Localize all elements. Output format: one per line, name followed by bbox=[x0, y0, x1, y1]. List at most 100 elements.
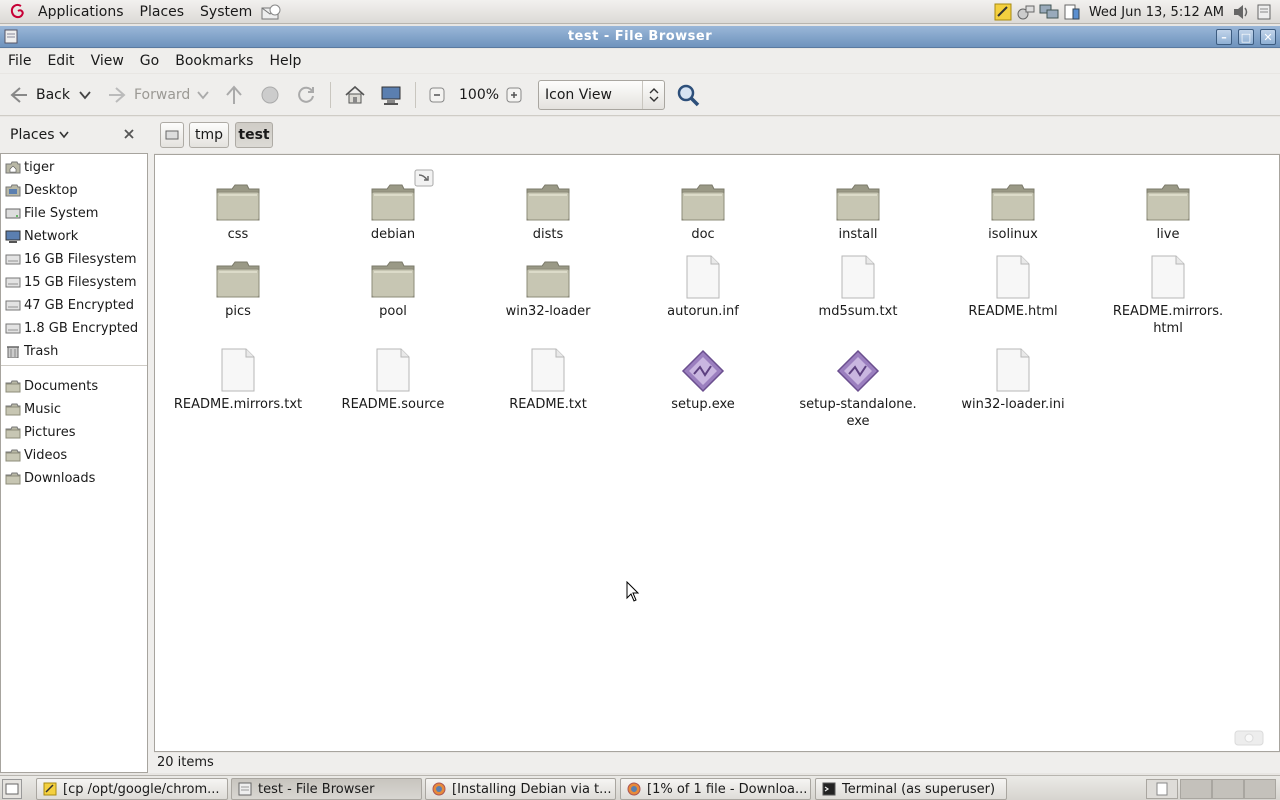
sidebar-item-tiger[interactable]: tiger bbox=[1, 156, 147, 178]
folder-icon bbox=[948, 177, 1078, 223]
keyring-icon[interactable] bbox=[1016, 3, 1036, 21]
menu-file[interactable]: File bbox=[0, 53, 39, 69]
taskbar-button[interactable]: test - File Browser bbox=[231, 778, 422, 800]
window-titlebar[interactable]: test - File Browser – □ ✕ bbox=[0, 26, 1280, 48]
search-button[interactable] bbox=[676, 74, 700, 116]
sidebar-item-47-gb-encrypted[interactable]: 47 GB Encrypted bbox=[1, 294, 147, 316]
sidebar-item-1-8-gb-encrypted[interactable]: 1.8 GB Encrypted bbox=[1, 317, 147, 339]
workspace-1[interactable] bbox=[1146, 779, 1178, 799]
workspace-2[interactable] bbox=[1180, 779, 1212, 799]
file-item[interactable]: autorun.inf bbox=[638, 254, 768, 320]
folder-item[interactable]: dists bbox=[483, 177, 613, 243]
close-sidebar-button[interactable] bbox=[122, 127, 136, 145]
workspace-3[interactable] bbox=[1212, 779, 1244, 799]
file-item[interactable]: README.mirrors.txt bbox=[173, 347, 303, 413]
taskbar-button[interactable]: [cp /opt/google/chrom... bbox=[36, 778, 228, 800]
home-button[interactable] bbox=[343, 74, 367, 116]
sidebar-bookmark-music[interactable]: Music bbox=[1, 398, 147, 420]
close-window-button[interactable]: ✕ bbox=[1260, 29, 1276, 45]
menu-view[interactable]: View bbox=[83, 53, 132, 69]
back-button[interactable]: Back bbox=[8, 74, 70, 116]
back-arrow-icon bbox=[10, 87, 27, 103]
folder-icon bbox=[483, 177, 613, 223]
minimize-button[interactable]: – bbox=[1216, 29, 1232, 45]
taskbar-button[interactable]: [1% of 1 file - Downloa... bbox=[620, 778, 811, 800]
sidebar-bookmark-documents[interactable]: Documents bbox=[1, 375, 147, 397]
file-name-label: dists bbox=[532, 227, 564, 242]
document-icon bbox=[948, 254, 1078, 300]
file-item[interactable]: setup-standalone. exe bbox=[793, 347, 923, 430]
sidebar-item-16-gb-filesystem[interactable]: 16 GB Filesystem bbox=[1, 248, 147, 270]
stop-button[interactable] bbox=[259, 74, 281, 116]
home-folder-icon bbox=[5, 161, 21, 174]
file-name-label: win32-loader.ini bbox=[961, 397, 1065, 412]
taskbar-button[interactable]: [Installing Debian via t... bbox=[425, 778, 616, 800]
forward-button[interactable]: Forward bbox=[106, 74, 190, 116]
sidebar-bookmark-downloads[interactable]: Downloads bbox=[1, 467, 147, 489]
folder-item[interactable]: pics bbox=[173, 254, 303, 320]
system-menu[interactable]: System bbox=[192, 0, 260, 24]
volume-icon[interactable] bbox=[1231, 3, 1251, 21]
workspace-4[interactable] bbox=[1244, 779, 1276, 799]
sidebar-item-15-gb-filesystem[interactable]: 15 GB Filesystem bbox=[1, 271, 147, 293]
applications-menu[interactable]: Applications bbox=[30, 0, 132, 24]
folder-item[interactable]: live bbox=[1103, 177, 1233, 243]
view-mode-select[interactable]: Icon View bbox=[538, 80, 665, 110]
up-button[interactable] bbox=[223, 74, 245, 116]
network-status-icon[interactable] bbox=[1039, 3, 1059, 21]
file-item[interactable]: README.txt bbox=[483, 347, 613, 413]
clock[interactable]: Wed Jun 13, 5:12 AM bbox=[1089, 5, 1224, 20]
sidebar-bookmark-videos[interactable]: Videos bbox=[1, 444, 147, 466]
sidebar-type-selector[interactable]: Places bbox=[10, 127, 69, 143]
menu-edit[interactable]: Edit bbox=[39, 53, 82, 69]
debian-logo-icon[interactable] bbox=[8, 2, 28, 22]
show-desktop-icon[interactable] bbox=[1254, 3, 1274, 21]
file-item[interactable]: win32-loader.ini bbox=[948, 347, 1078, 413]
sidebar-item-trash[interactable]: Trash bbox=[1, 340, 147, 362]
file-name-label: win32-loader bbox=[505, 304, 591, 319]
sidebar-item-desktop[interactable]: Desktop bbox=[1, 179, 147, 201]
sidebar-item-label: Trash bbox=[24, 343, 59, 359]
folder-item[interactable]: install bbox=[793, 177, 923, 243]
sidebar-item-network[interactable]: Network bbox=[1, 225, 147, 247]
menu-bookmarks[interactable]: Bookmarks bbox=[167, 53, 261, 69]
show-desktop-button[interactable] bbox=[2, 779, 22, 799]
folder-item[interactable]: debian bbox=[328, 169, 458, 243]
maximize-button[interactable]: □ bbox=[1238, 29, 1254, 45]
taskbar-button[interactable]: Terminal (as superuser) bbox=[815, 778, 1007, 800]
folder-item[interactable]: css bbox=[173, 177, 303, 243]
back-history-dropdown[interactable] bbox=[78, 74, 92, 116]
path-root-button[interactable] bbox=[160, 122, 184, 148]
zoom-out-button[interactable] bbox=[429, 74, 445, 116]
folder-item[interactable]: isolinux bbox=[948, 177, 1078, 243]
path-crumb-test[interactable]: test bbox=[235, 122, 273, 148]
sidebar-item-file-system[interactable]: File System bbox=[1, 202, 147, 224]
forward-history-dropdown[interactable] bbox=[196, 74, 210, 116]
item-count: 20 items bbox=[157, 755, 214, 770]
menu-go[interactable]: Go bbox=[132, 53, 167, 69]
folder-item[interactable]: pool bbox=[328, 254, 458, 320]
file-icon-view[interactable]: css debian dists doc install isolinux live pics… bbox=[154, 154, 1280, 752]
places-menu[interactable]: Places bbox=[132, 0, 193, 24]
sidebar-bookmark-pictures[interactable]: Pictures bbox=[1, 421, 147, 443]
file-item[interactable]: README.html bbox=[948, 254, 1078, 320]
executable-icon bbox=[793, 347, 923, 393]
mail-notification-icon[interactable] bbox=[260, 2, 282, 22]
path-crumb-tmp[interactable]: tmp bbox=[189, 122, 229, 148]
menu-help[interactable]: Help bbox=[261, 53, 309, 69]
zoom-in-button[interactable] bbox=[506, 74, 522, 116]
toolbar: Back Forward 100% Icon View bbox=[0, 74, 1280, 116]
file-item[interactable]: README.source bbox=[328, 347, 458, 413]
reload-button[interactable] bbox=[295, 74, 317, 116]
file-item[interactable]: md5sum.txt bbox=[793, 254, 923, 320]
zoom-level[interactable]: 100% bbox=[459, 74, 499, 116]
computer-button[interactable] bbox=[379, 74, 403, 116]
folder-item[interactable]: win32-loader bbox=[483, 254, 613, 320]
file-item[interactable]: setup.exe bbox=[638, 347, 768, 413]
notes-icon[interactable] bbox=[993, 3, 1013, 21]
taskbar-button-label: [cp /opt/google/chrom... bbox=[63, 781, 220, 797]
update-notifier-icon[interactable] bbox=[1062, 3, 1082, 21]
file-name-label: live bbox=[1156, 227, 1180, 242]
file-item[interactable]: README.mirrors. html bbox=[1103, 254, 1233, 337]
folder-item[interactable]: doc bbox=[638, 177, 768, 243]
